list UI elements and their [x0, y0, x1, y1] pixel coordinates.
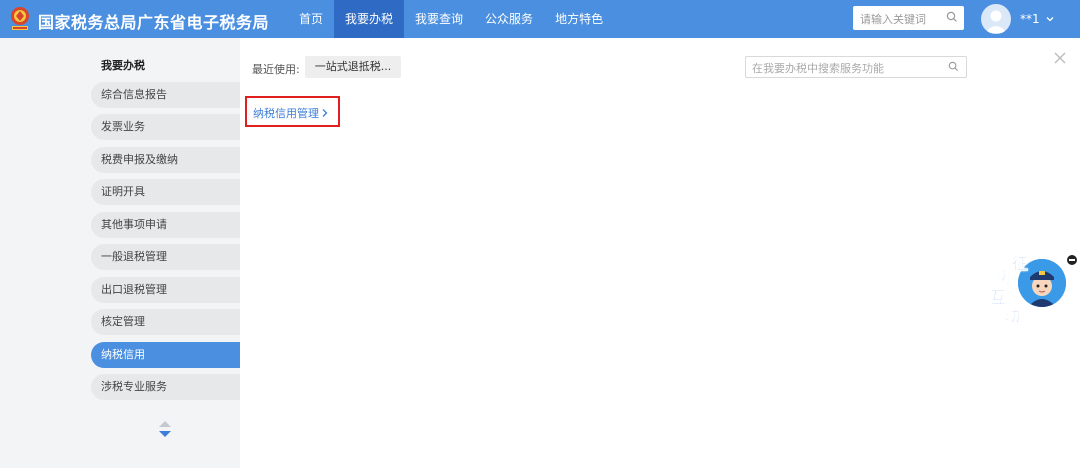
service-search-input[interactable]: 在我要办税中搜索服务功能 — [745, 56, 967, 78]
sidebar-item-certificate[interactable]: 证明开具 — [91, 179, 240, 205]
header-search-input[interactable]: 请输入关键词 — [853, 6, 964, 30]
minimize-icon[interactable] — [1067, 255, 1077, 265]
top-navbar: 国家税务总局广东省电子税务局 首页 我要办税 我要查询 公众服务 地方特色 请输… — [0, 0, 1080, 38]
sidebar: 我要办税 综合信息报告 发票业务 税费申报及缴纳 证明开具 其他事项申请 一般退… — [0, 38, 240, 468]
tax-credit-management-link[interactable]: 纳税信用管理 — [253, 105, 319, 121]
main-nav: 首页 我要办税 我要查询 公众服务 地方特色 — [288, 0, 614, 38]
sidebar-item-declaration[interactable]: 税费申报及缴纳 — [91, 147, 240, 173]
sidebar-item-assessment[interactable]: 核定管理 — [91, 309, 240, 335]
recent-item-refund-chip[interactable]: 一站式退抵税... — [305, 56, 401, 78]
widget-char-zheng: 征 — [1012, 254, 1029, 274]
sidebar-item-tax-credit[interactable]: 纳税信用 — [91, 342, 240, 368]
site-title: 国家税务总局广东省电子税务局 — [38, 13, 270, 32]
sidebar-item-professional-service[interactable]: 涉税专业服务 — [91, 374, 240, 400]
sidebar-item-other-applications[interactable]: 其他事项申请 — [91, 212, 240, 238]
chevron-down-icon[interactable] — [1045, 13, 1055, 27]
sidebar-item-info-report[interactable]: 综合信息报告 — [91, 82, 240, 108]
search-icon[interactable] — [948, 61, 959, 75]
search-icon[interactable] — [946, 11, 958, 26]
service-search-placeholder: 在我要办税中搜索服务功能 — [752, 62, 884, 75]
user-name[interactable]: **1 — [1020, 12, 1040, 26]
header-search-placeholder: 请输入关键词 — [860, 13, 926, 26]
recent-label: 最近使用: — [252, 63, 300, 76]
nav-tax-handling[interactable]: 我要办税 — [334, 0, 405, 38]
nav-local-features[interactable]: 地方特色 — [544, 0, 614, 38]
sidebar-item-refund[interactable]: 一般退税管理 — [91, 244, 240, 270]
sidebar-item-export-refund[interactable]: 出口退税管理 — [91, 277, 240, 303]
tax-credit-management-link-highlight: 纳税信用管理 — [245, 96, 340, 127]
sidebar-scroll-arrows-icon[interactable] — [157, 419, 173, 439]
sidebar-title: 我要办税 — [101, 59, 145, 72]
interaction-widget[interactable]: 征 纳 互 动 — [986, 250, 1077, 330]
main-panel: 最近使用: 一站式退抵税... 在我要办税中搜索服务功能 纳税信用管理 — [240, 38, 1080, 468]
user-avatar[interactable] — [981, 4, 1011, 34]
nav-home[interactable]: 首页 — [288, 0, 334, 38]
chevron-right-icon[interactable] — [321, 107, 329, 121]
close-icon[interactable] — [1053, 51, 1067, 65]
nav-public-service[interactable]: 公众服务 — [474, 0, 544, 38]
widget-char-dong: 动 — [1004, 306, 1021, 326]
nav-query[interactable]: 我要查询 — [404, 0, 474, 38]
tax-emblem-icon — [8, 6, 32, 32]
sidebar-item-invoice[interactable]: 发票业务 — [91, 114, 240, 140]
